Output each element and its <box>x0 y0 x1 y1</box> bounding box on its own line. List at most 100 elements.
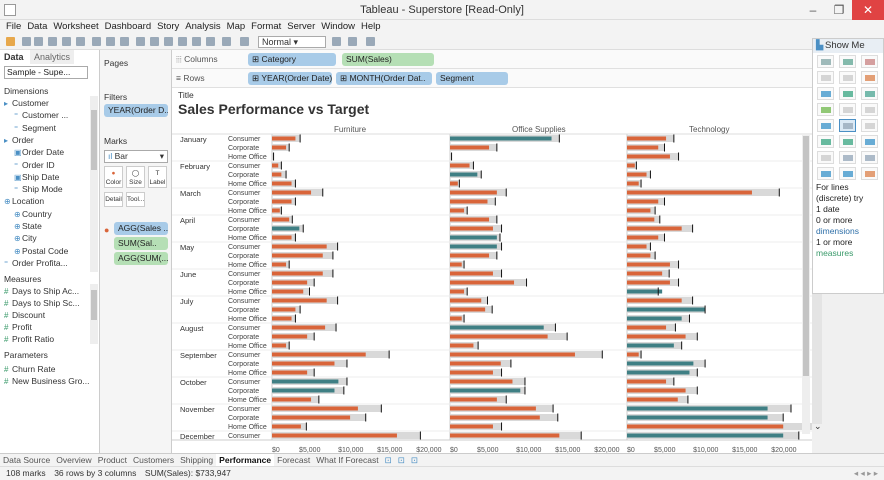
clear-sheet-icon[interactable] <box>120 37 129 46</box>
new-story-tab-icon[interactable]: ⊡ <box>408 454 421 466</box>
dimension-field[interactable]: ⁼ Ship Mode <box>14 184 63 194</box>
sales-bar[interactable] <box>450 334 548 339</box>
sales-bar[interactable] <box>272 145 287 150</box>
sales-bar[interactable] <box>450 307 486 312</box>
highlight-icon[interactable] <box>222 37 231 46</box>
sales-bar[interactable] <box>450 343 474 348</box>
dimension-field[interactable]: ▣Order Date <box>14 147 64 157</box>
columns-pill-category[interactable]: ⊞ Category <box>248 53 336 66</box>
stacked-bars-icon[interactable] <box>839 87 856 100</box>
sales-bar[interactable] <box>272 334 308 339</box>
new-worksheet-tab-icon[interactable]: ⊡ <box>382 454 395 466</box>
sales-bar[interactable] <box>450 388 521 393</box>
sales-bar[interactable] <box>272 226 300 231</box>
menu-worksheet[interactable]: Worksheet <box>53 20 98 34</box>
sales-bar[interactable] <box>450 208 465 213</box>
sales-bar[interactable] <box>272 208 280 213</box>
swap-icon[interactable] <box>136 37 145 46</box>
fit-icon[interactable] <box>240 37 249 46</box>
text-table-icon[interactable] <box>817 55 834 68</box>
sales-bar[interactable] <box>272 217 290 222</box>
sales-bar[interactable] <box>272 235 292 240</box>
columns-pill-sales[interactable]: SUM(Sales) <box>342 53 434 66</box>
tab-data[interactable]: Data <box>0 50 28 64</box>
packed-bubbles-icon[interactable] <box>861 167 878 180</box>
viz-title[interactable]: Sales Performance vs Target <box>178 101 369 117</box>
viz-scrollbar[interactable] <box>812 294 822 424</box>
sales-bar[interactable] <box>627 298 682 303</box>
scatter-plot-icon[interactable] <box>817 151 834 164</box>
sales-bar[interactable] <box>627 208 651 213</box>
sales-bar[interactable] <box>627 388 686 393</box>
sales-bar[interactable] <box>450 316 462 321</box>
sales-bar[interactable] <box>627 397 678 402</box>
sales-bar[interactable] <box>627 154 670 159</box>
tableau-logo-icon[interactable] <box>6 37 15 46</box>
chevron-down-icon[interactable]: ⌄ <box>814 421 822 432</box>
sheet-tab-data-source[interactable]: Data Source <box>0 454 53 466</box>
measure-field[interactable]: # Days to Ship Ac... <box>4 286 79 296</box>
sales-bar[interactable] <box>450 226 493 231</box>
pause-updates-icon[interactable] <box>76 37 85 46</box>
color-button[interactable]: ● Color <box>104 166 123 188</box>
sales-bar[interactable] <box>627 136 667 141</box>
sales-bar[interactable] <box>272 370 308 375</box>
sales-bar[interactable] <box>450 289 465 294</box>
sales-bar[interactable] <box>272 172 282 177</box>
pie-chart-icon[interactable] <box>861 71 878 84</box>
sales-bar[interactable] <box>450 379 513 384</box>
dimensions-scrollbar[interactable] <box>90 96 98 272</box>
gantt-icon[interactable] <box>817 167 834 180</box>
sales-bar[interactable] <box>627 280 670 285</box>
dimension-field[interactable]: ⊕Postal Code <box>14 246 68 256</box>
fix-axes-icon[interactable] <box>206 37 215 46</box>
measures-scrollbar[interactable] <box>90 284 98 344</box>
line-continuous-icon[interactable] <box>817 119 834 132</box>
filled-map-icon[interactable] <box>839 71 856 84</box>
tooltip-button[interactable]: Tool... <box>126 192 145 207</box>
sales-bar[interactable] <box>272 316 292 321</box>
columns-shelf[interactable]: ⦙⦙⦙ Columns ⊞ Category SUM(Sales) <box>172 50 812 69</box>
sales-bar[interactable] <box>272 244 327 249</box>
area-discrete-icon[interactable] <box>839 135 856 148</box>
histogram-icon[interactable] <box>839 151 856 164</box>
sheet-tab-what-if-forecast[interactable]: What If Forecast <box>313 454 381 466</box>
highlight-table-icon[interactable] <box>861 55 878 68</box>
status-nav-icons[interactable]: ◂ ◂ ▸ ▸ <box>854 467 878 480</box>
dimension-field[interactable]: ⊕Location <box>4 196 44 206</box>
sales-bar[interactable] <box>272 424 301 429</box>
menu-data[interactable]: Data <box>27 20 47 34</box>
treemap-icon[interactable] <box>817 103 834 116</box>
show-me-header[interactable]: ▙ Show Me <box>813 39 883 53</box>
show-labels-icon[interactable] <box>192 37 201 46</box>
sheet-tab-customers[interactable]: Customers <box>130 454 177 466</box>
save-icon[interactable] <box>48 37 57 46</box>
menu-analysis[interactable]: Analysis <box>185 20 220 34</box>
datasource-select[interactable]: Sample - Supe... <box>4 66 88 79</box>
new-worksheet-icon[interactable] <box>92 37 101 46</box>
sales-bar[interactable] <box>272 289 304 294</box>
new-datasource-icon[interactable] <box>62 37 71 46</box>
sales-bar[interactable] <box>272 406 358 411</box>
sales-bar[interactable] <box>272 379 339 384</box>
measure-field[interactable]: # Days to Ship Sc... <box>4 298 80 308</box>
measure-field[interactable]: # Discount <box>4 310 45 320</box>
sales-bar[interactable] <box>450 190 497 195</box>
sales-bar[interactable] <box>627 235 659 240</box>
sales-bar[interactable] <box>272 253 323 258</box>
dimension-field[interactable]: ⁼ Customer ... <box>14 110 68 120</box>
sheet-tab-performance[interactable]: Performance <box>216 454 275 466</box>
tab-analytics[interactable]: Analytics <box>30 50 75 64</box>
sales-bar[interactable] <box>450 280 515 285</box>
sales-bar[interactable] <box>627 334 686 339</box>
duplicate-sheet-icon[interactable] <box>106 37 115 46</box>
redo-icon[interactable] <box>34 37 43 46</box>
sales-bar[interactable] <box>272 271 323 276</box>
menu-story[interactable]: Story <box>157 20 179 34</box>
sales-bar[interactable] <box>450 298 482 303</box>
horizontal-bars-icon[interactable] <box>817 87 834 100</box>
menu-format[interactable]: Format <box>251 20 281 34</box>
sales-bar[interactable] <box>627 262 670 267</box>
sales-bar[interactable] <box>450 406 536 411</box>
menu-dashboard[interactable]: Dashboard <box>105 20 151 34</box>
